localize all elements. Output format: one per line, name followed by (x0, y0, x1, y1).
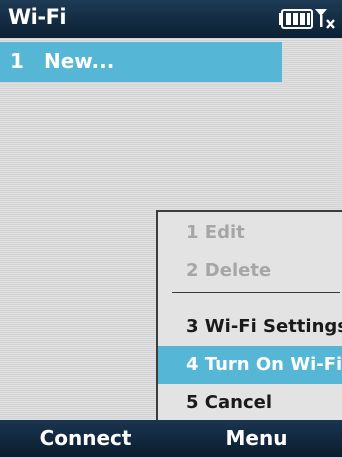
menu-item-edit: 1 Edit (186, 222, 245, 243)
menu-item-cancel[interactable]: 5 Cancel (158, 384, 342, 422)
menu-item-turn-on-wifi[interactable]: 4 Turn On Wi-Fi (158, 346, 342, 384)
signal-icon (315, 9, 335, 29)
battery-icon (279, 9, 313, 29)
content-area: 1 New... 1 Edit 2 Delete 3 Wi-Fi Setting… (0, 38, 342, 420)
list-item-number: 1 (10, 49, 24, 73)
list-item-new[interactable]: 1 New... (0, 42, 282, 82)
status-icons (278, 9, 338, 31)
menu-separator (172, 292, 340, 293)
context-menu: 1 Edit 2 Delete 3 Wi-Fi Settings 4 Turn … (156, 210, 342, 420)
menu-softkey[interactable]: Menu (171, 420, 342, 457)
list-item-label: New... (44, 49, 115, 73)
title-bar: Wi-Fi (0, 0, 342, 38)
menu-item-delete: 2 Delete (186, 260, 272, 281)
menu-item-wifi-settings[interactable]: 3 Wi-Fi Settings (158, 308, 342, 346)
page-title: Wi-Fi (8, 5, 67, 29)
connect-softkey[interactable]: Connect (0, 420, 171, 457)
softkey-bar: Connect Menu (0, 420, 342, 457)
